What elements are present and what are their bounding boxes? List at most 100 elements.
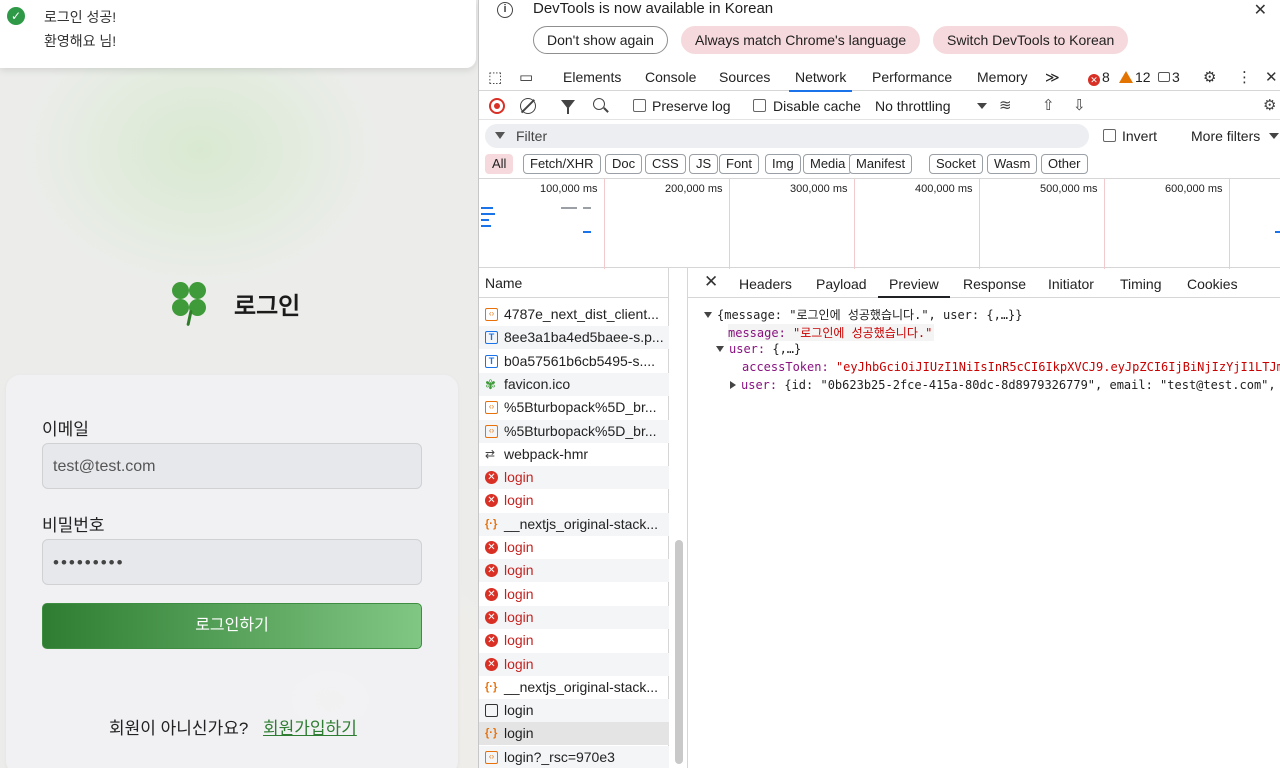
preserve-log-checkbox[interactable] bbox=[633, 99, 646, 112]
tab-performance[interactable]: Performance bbox=[872, 69, 952, 85]
clover-icon bbox=[170, 280, 208, 327]
tab-console[interactable]: Console bbox=[645, 69, 696, 85]
request-row[interactable]: ‹› login?_rsc=970e3 bbox=[479, 745, 669, 768]
clear-log-icon[interactable] bbox=[520, 98, 536, 114]
error-count-badge[interactable]: ✕ 8 bbox=[1088, 69, 1110, 86]
expand-triangle-icon bbox=[716, 346, 724, 352]
type-filter-media[interactable]: Media bbox=[803, 154, 853, 174]
request-name: 4787e_next_dist_client... bbox=[504, 306, 659, 322]
infobar-close-icon[interactable]: ✕ bbox=[1254, 0, 1267, 20]
filter-icon[interactable] bbox=[561, 100, 575, 114]
request-name: %5Bturbopack%5D_br... bbox=[504, 399, 657, 416]
request-row[interactable]: {·} login bbox=[479, 722, 669, 746]
close-devtools-icon[interactable]: ✕ bbox=[1265, 68, 1278, 86]
preview-token-line[interactable]: accessToken: "eyJhbGciOiJIUzI1NiIsInR5cC… bbox=[742, 360, 1280, 374]
stop-recording-icon[interactable] bbox=[489, 98, 505, 114]
filter-input[interactable]: Filter bbox=[485, 124, 1089, 148]
tab-elements[interactable]: Elements bbox=[563, 69, 621, 85]
inspect-element-icon[interactable]: ⬚ bbox=[488, 68, 502, 86]
devtools-panel: i DevTools is now available in Korean ✕ … bbox=[478, 0, 1280, 768]
password-label: 비밀번호 bbox=[42, 516, 105, 535]
export-har-icon[interactable]: ⇩ bbox=[1073, 96, 1086, 114]
throttling-select[interactable]: No throttling bbox=[875, 98, 950, 114]
request-row[interactable]: ⇄ webpack-hmr bbox=[479, 443, 669, 466]
type-filter-font[interactable]: Font bbox=[719, 154, 760, 174]
detail-tab-timing[interactable]: Timing bbox=[1120, 276, 1162, 292]
tab-sources[interactable]: Sources bbox=[719, 69, 770, 85]
more-filters-button[interactable]: More filters bbox=[1191, 128, 1260, 144]
more-filters-chevron-down-icon[interactable] bbox=[1269, 133, 1279, 139]
throttling-chevron-down-icon[interactable] bbox=[977, 103, 987, 109]
device-toolbar-icon[interactable]: ▭ bbox=[519, 68, 533, 86]
request-row[interactable]: ✕ login bbox=[479, 605, 669, 629]
match-language-button[interactable]: Always match Chrome's language bbox=[681, 26, 921, 54]
request-row[interactable]: {·} __nextjs_original-stack... bbox=[479, 676, 669, 699]
login-button[interactable]: 로그인하기 bbox=[42, 603, 422, 649]
invert-checkbox[interactable] bbox=[1103, 129, 1116, 142]
preview-inner-user-line[interactable]: user: {id: "0b623b25-2fce-415a-80dc-8d89… bbox=[730, 378, 1280, 392]
message-count-badge[interactable]: 3 bbox=[1158, 69, 1180, 85]
request-list-scrollbar[interactable] bbox=[675, 540, 683, 764]
network-settings-icon[interactable]: ⚙ bbox=[1263, 96, 1276, 114]
more-tabs-icon[interactable]: ≫ bbox=[1045, 69, 1060, 86]
import-har-icon[interactable]: ⇧ bbox=[1042, 96, 1055, 114]
type-filter-doc[interactable]: Doc bbox=[605, 154, 643, 174]
type-filter-socket[interactable]: Socket bbox=[929, 154, 983, 174]
detail-tab-response[interactable]: Response bbox=[963, 276, 1026, 292]
request-row[interactable]: ✕ login bbox=[479, 652, 669, 676]
dont-show-again-button[interactable]: Don't show again bbox=[533, 26, 668, 54]
type-filter-img[interactable]: Img bbox=[765, 154, 801, 174]
close-detail-icon[interactable]: ✕ bbox=[704, 272, 718, 292]
request-row[interactable]: ✕ login bbox=[479, 466, 669, 490]
request-row[interactable]: ‹› %5Bturbopack%5D_br... bbox=[479, 396, 669, 419]
request-row[interactable]: ✕ login bbox=[479, 489, 669, 512]
type-filter-all[interactable]: All bbox=[485, 154, 514, 174]
detail-tab-cookies[interactable]: Cookies bbox=[1187, 276, 1238, 292]
request-row[interactable]: ✾ favicon.ico bbox=[479, 372, 669, 396]
network-conditions-icon[interactable]: ≋ bbox=[999, 96, 1012, 114]
request-row[interactable]: ✕ login bbox=[479, 629, 669, 652]
kebab-menu-icon[interactable]: ⋮ bbox=[1237, 68, 1252, 86]
detail-tab-headers[interactable]: Headers bbox=[739, 276, 792, 292]
resource-type-filters: All Fetch/XHR Doc CSS JS Font Img Media Manifest… bbox=[479, 152, 1280, 176]
preview-message-line[interactable]: message: "로그인에 성공했습니다." bbox=[728, 324, 935, 341]
tab-network[interactable]: Network bbox=[788, 69, 853, 92]
disable-cache-checkbox[interactable] bbox=[753, 99, 766, 112]
name-column-header[interactable]: Name bbox=[479, 268, 669, 298]
type-filter-css[interactable]: CSS bbox=[645, 154, 686, 174]
request-name: login bbox=[504, 469, 534, 486]
type-filter-wasm[interactable]: Wasm bbox=[987, 154, 1038, 174]
request-row[interactable]: ✕ login bbox=[479, 583, 669, 606]
request-row[interactable]: {·} __nextjs_original-stack... bbox=[479, 512, 669, 536]
error-icon: ✕ bbox=[485, 657, 498, 671]
request-row[interactable]: login bbox=[479, 699, 669, 723]
detail-tab-preview[interactable]: Preview bbox=[878, 276, 950, 298]
type-filter-manifest[interactable]: Manifest bbox=[849, 154, 913, 174]
overview-request-bar bbox=[481, 225, 491, 227]
settings-gear-icon[interactable]: ⚙ bbox=[1203, 68, 1216, 86]
tab-memory[interactable]: Memory bbox=[977, 69, 1028, 85]
detail-tab-initiator[interactable]: Initiator bbox=[1048, 276, 1094, 292]
overview-time-label: 200,000 ms bbox=[665, 183, 723, 195]
document-icon bbox=[485, 704, 498, 718]
type-filter-other[interactable]: Other bbox=[1041, 154, 1088, 174]
email-field[interactable]: test@test.com bbox=[42, 443, 422, 489]
request-row[interactable]: ‹› 4787e_next_dist_client... bbox=[479, 303, 669, 326]
network-overview-timeline[interactable]: 100,000 ms 200,000 ms 300,000 ms 400,000 ms… bbox=[479, 178, 1280, 269]
warning-count-badge[interactable]: 12 bbox=[1119, 69, 1151, 85]
request-row[interactable]: ‹› %5Bturbopack%5D_br... bbox=[479, 419, 669, 443]
switch-korean-button[interactable]: Switch DevTools to Korean bbox=[933, 26, 1129, 54]
request-row[interactable]: ✕ login bbox=[479, 559, 669, 583]
detail-tab-payload[interactable]: Payload bbox=[816, 276, 867, 292]
request-row[interactable]: Tb0a57561b6cb5495-s.... bbox=[479, 350, 669, 373]
request-row[interactable]: ✕ login bbox=[479, 536, 669, 559]
preview-user-line[interactable]: user: {,…} bbox=[716, 342, 801, 356]
signup-link[interactable]: 회원가입하기 bbox=[263, 714, 357, 739]
type-filter-fetchxhr[interactable]: Fetch/XHR bbox=[523, 154, 601, 174]
request-row[interactable]: T 8ee3a1ba4ed5baee-s.p... bbox=[479, 326, 669, 350]
preview-root[interactable]: {message: "로그인에 성공했습니다.", user: {,…}} bbox=[704, 306, 1022, 323]
search-icon[interactable] bbox=[593, 98, 605, 110]
password-field[interactable]: ••••••••• bbox=[42, 539, 422, 585]
type-filter-js[interactable]: JS bbox=[689, 154, 719, 174]
error-icon: ✕ bbox=[485, 587, 498, 601]
